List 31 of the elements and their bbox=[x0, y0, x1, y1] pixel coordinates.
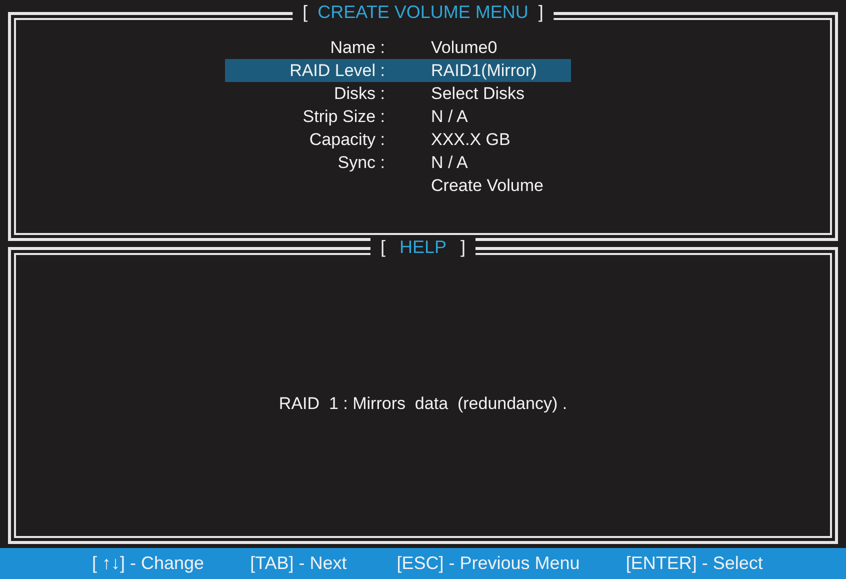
key-hint: [ENTER] - Select bbox=[626, 553, 763, 574]
field-label: Strip Size : bbox=[302, 106, 385, 128]
field-value[interactable]: RAID1(Mirror) bbox=[431, 59, 559, 82]
menu-row[interactable]: Strip Size : N / A bbox=[225, 105, 571, 128]
bracket-text: ] bbox=[538, 2, 544, 23]
panel-title: CREATE VOLUME MENU bbox=[318, 2, 528, 23]
field-value[interactable]: N / A bbox=[431, 151, 559, 174]
help-text: RAID 1 : Mirrors data (redundancy) . bbox=[278, 394, 568, 414]
menu-row[interactable]: Capacity : XXX.X GB bbox=[225, 128, 571, 151]
bracket-text: [ bbox=[302, 2, 308, 23]
selected-menu-row[interactable]: RAID Level : RAID1(Mirror) bbox=[225, 59, 571, 82]
field-value[interactable]: N / A bbox=[431, 105, 559, 128]
field-label: Capacity : bbox=[308, 129, 385, 151]
field-value[interactable]: XXX.X GB bbox=[431, 128, 559, 151]
field-value[interactable]: Create Volume bbox=[431, 174, 559, 197]
field-label: Name : bbox=[329, 37, 385, 59]
menu-row[interactable]: Name : Volume0 bbox=[225, 36, 571, 59]
key-hint: [ESC] - Previous Menu bbox=[396, 553, 580, 574]
field-value[interactable]: Select Disks bbox=[431, 82, 559, 105]
bracket-text: [ bbox=[380, 237, 386, 258]
field-label: Sync : bbox=[336, 152, 385, 174]
key-hint: [ ↑↓] - Change bbox=[92, 553, 204, 574]
field-value[interactable]: Volume0 bbox=[431, 36, 559, 59]
field-label: Disks : bbox=[333, 83, 385, 105]
menu-row[interactable]: Disks : Select Disks bbox=[225, 82, 571, 105]
field-label: RAID Level : bbox=[288, 60, 385, 82]
menu-row[interactable]: Create Volume bbox=[225, 174, 571, 197]
bracket-text: ] bbox=[460, 237, 466, 258]
menu-row[interactable]: Sync : N / A bbox=[225, 151, 571, 174]
key-hint: [TAB] - Next bbox=[250, 553, 347, 574]
panel-title: HELP bbox=[399, 237, 447, 258]
